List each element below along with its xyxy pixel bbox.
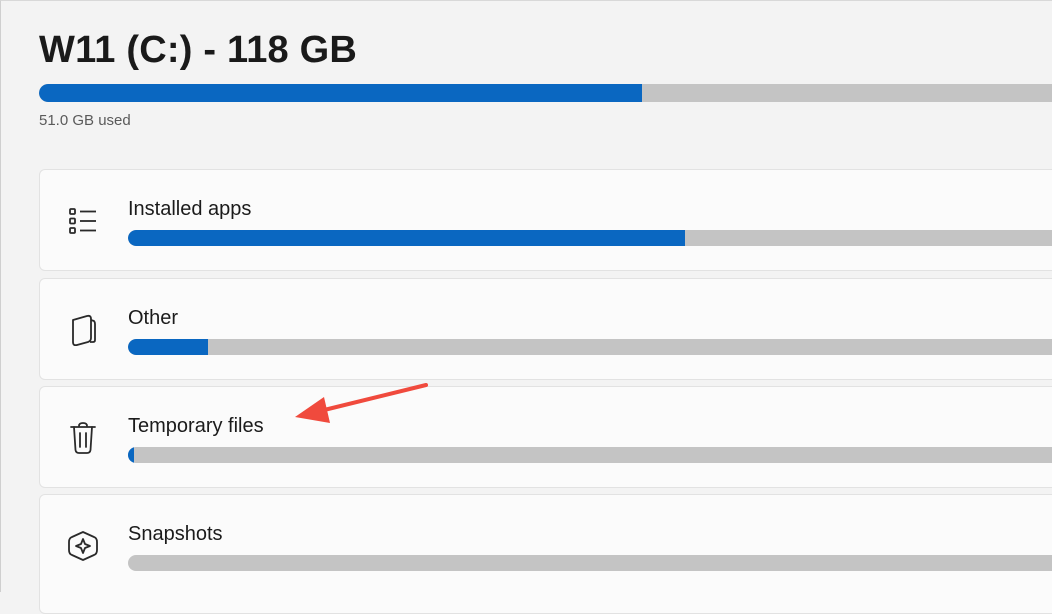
snapshots-icon xyxy=(66,529,100,563)
category-usage-bar xyxy=(128,447,1052,463)
drive-usage-bar-fill xyxy=(39,84,642,102)
category-label: Snapshots xyxy=(128,523,223,545)
drive-usage-bar xyxy=(39,84,1052,102)
other-folder-icon xyxy=(66,313,100,347)
category-usage-bar xyxy=(128,230,1052,246)
category-usage-bar-fill xyxy=(128,447,134,463)
category-label: Installed apps xyxy=(128,198,252,220)
category-usage-bar-fill xyxy=(128,230,685,246)
category-label: Other xyxy=(128,307,179,329)
category-other[interactable]: Other xyxy=(39,278,1052,380)
category-label: Temporary files xyxy=(128,415,264,437)
drive-title: W11 (C:) - 118 GB xyxy=(39,29,358,71)
storage-window: W11 (C:) - 118 GB 51.0 GB used Installed… xyxy=(0,0,1052,614)
category-usage-bar-fill xyxy=(128,339,208,355)
category-usage-bar xyxy=(128,339,1052,355)
category-temporary-files[interactable]: Temporary files xyxy=(39,386,1052,488)
trash-icon xyxy=(66,421,100,455)
annotation-arrow-icon xyxy=(295,383,428,423)
category-usage-bar xyxy=(128,555,1052,571)
drive-used-label: 51.0 GB used xyxy=(39,112,131,129)
category-installed-apps[interactable]: Installed apps xyxy=(39,169,1052,271)
category-snapshots[interactable]: Snapshots xyxy=(39,494,1052,614)
installed-apps-list-icon xyxy=(66,204,100,238)
